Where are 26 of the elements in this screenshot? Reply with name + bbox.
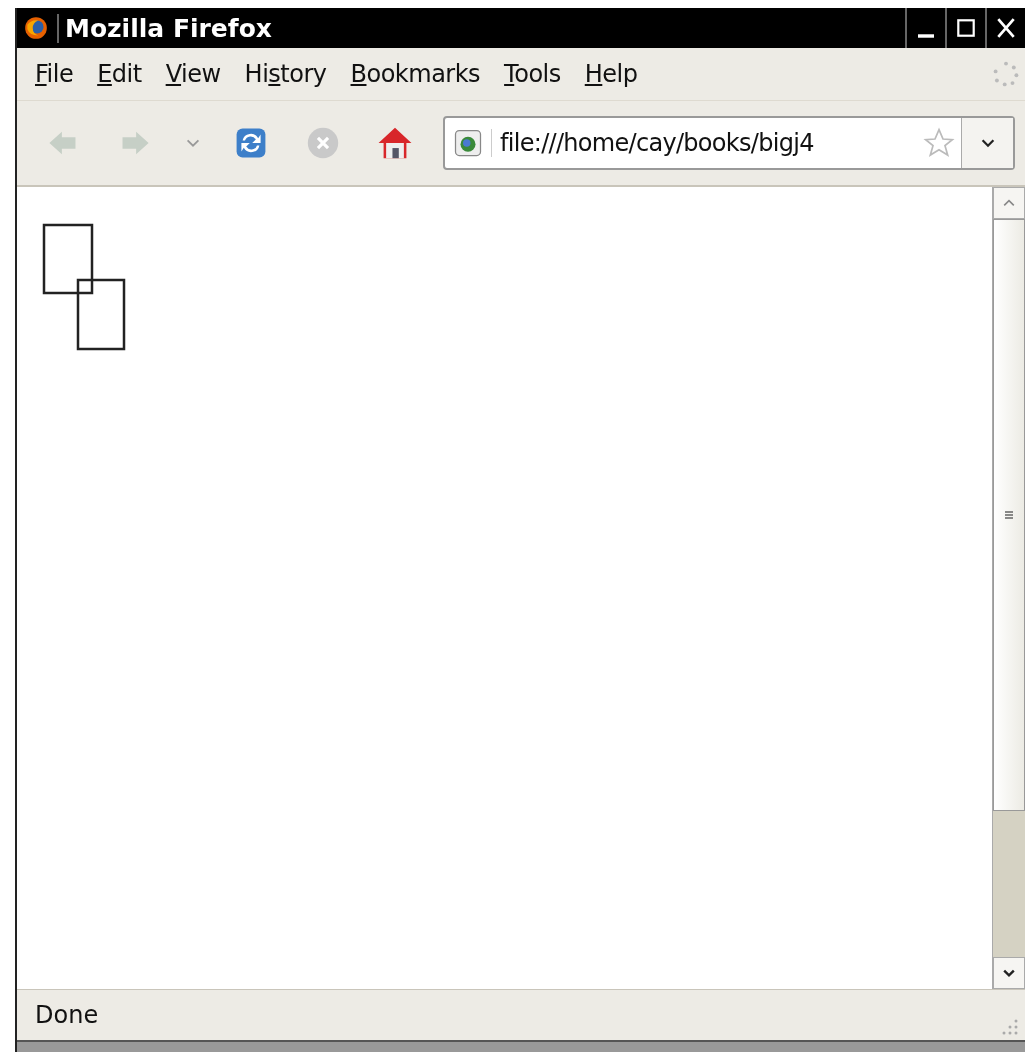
scrollbar-thumb[interactable] (993, 219, 1025, 812)
menu-item[interactable]: Help (572, 56, 650, 92)
resize-grip-icon[interactable] (1001, 1018, 1019, 1036)
menu-item[interactable]: File (23, 56, 86, 92)
maximize-icon (955, 17, 977, 39)
bookmark-star-icon[interactable] (923, 127, 955, 159)
vertical-scrollbar[interactable] (992, 187, 1025, 989)
minimize-icon (918, 34, 934, 38)
menu-item[interactable]: View (153, 56, 233, 92)
scroll-up-button[interactable] (993, 187, 1025, 219)
url-text: file:///home/cay/books/bigj4 (491, 129, 814, 157)
menu-item[interactable]: History (232, 56, 339, 92)
close-icon (995, 17, 1017, 39)
rectangle-drawing (42, 223, 94, 295)
loading-spinner-icon (993, 61, 1019, 87)
address-dropdown-button[interactable] (961, 118, 1013, 168)
grip-icon (1004, 510, 1014, 521)
menu-item[interactable]: Tools (492, 56, 573, 92)
globe-logo-icon (23, 15, 49, 41)
address-field[interactable]: file:///home/cay/books/bigj4 (443, 116, 1015, 170)
scroll-down-button[interactable] (993, 957, 1025, 989)
status-text: Done (34, 1001, 99, 1029)
page-icon (453, 128, 483, 158)
menu-item[interactable]: Bookmarks (338, 56, 493, 92)
menu-item[interactable]: Edit (85, 56, 154, 92)
window-title: Mozilla Firefox (57, 13, 272, 43)
